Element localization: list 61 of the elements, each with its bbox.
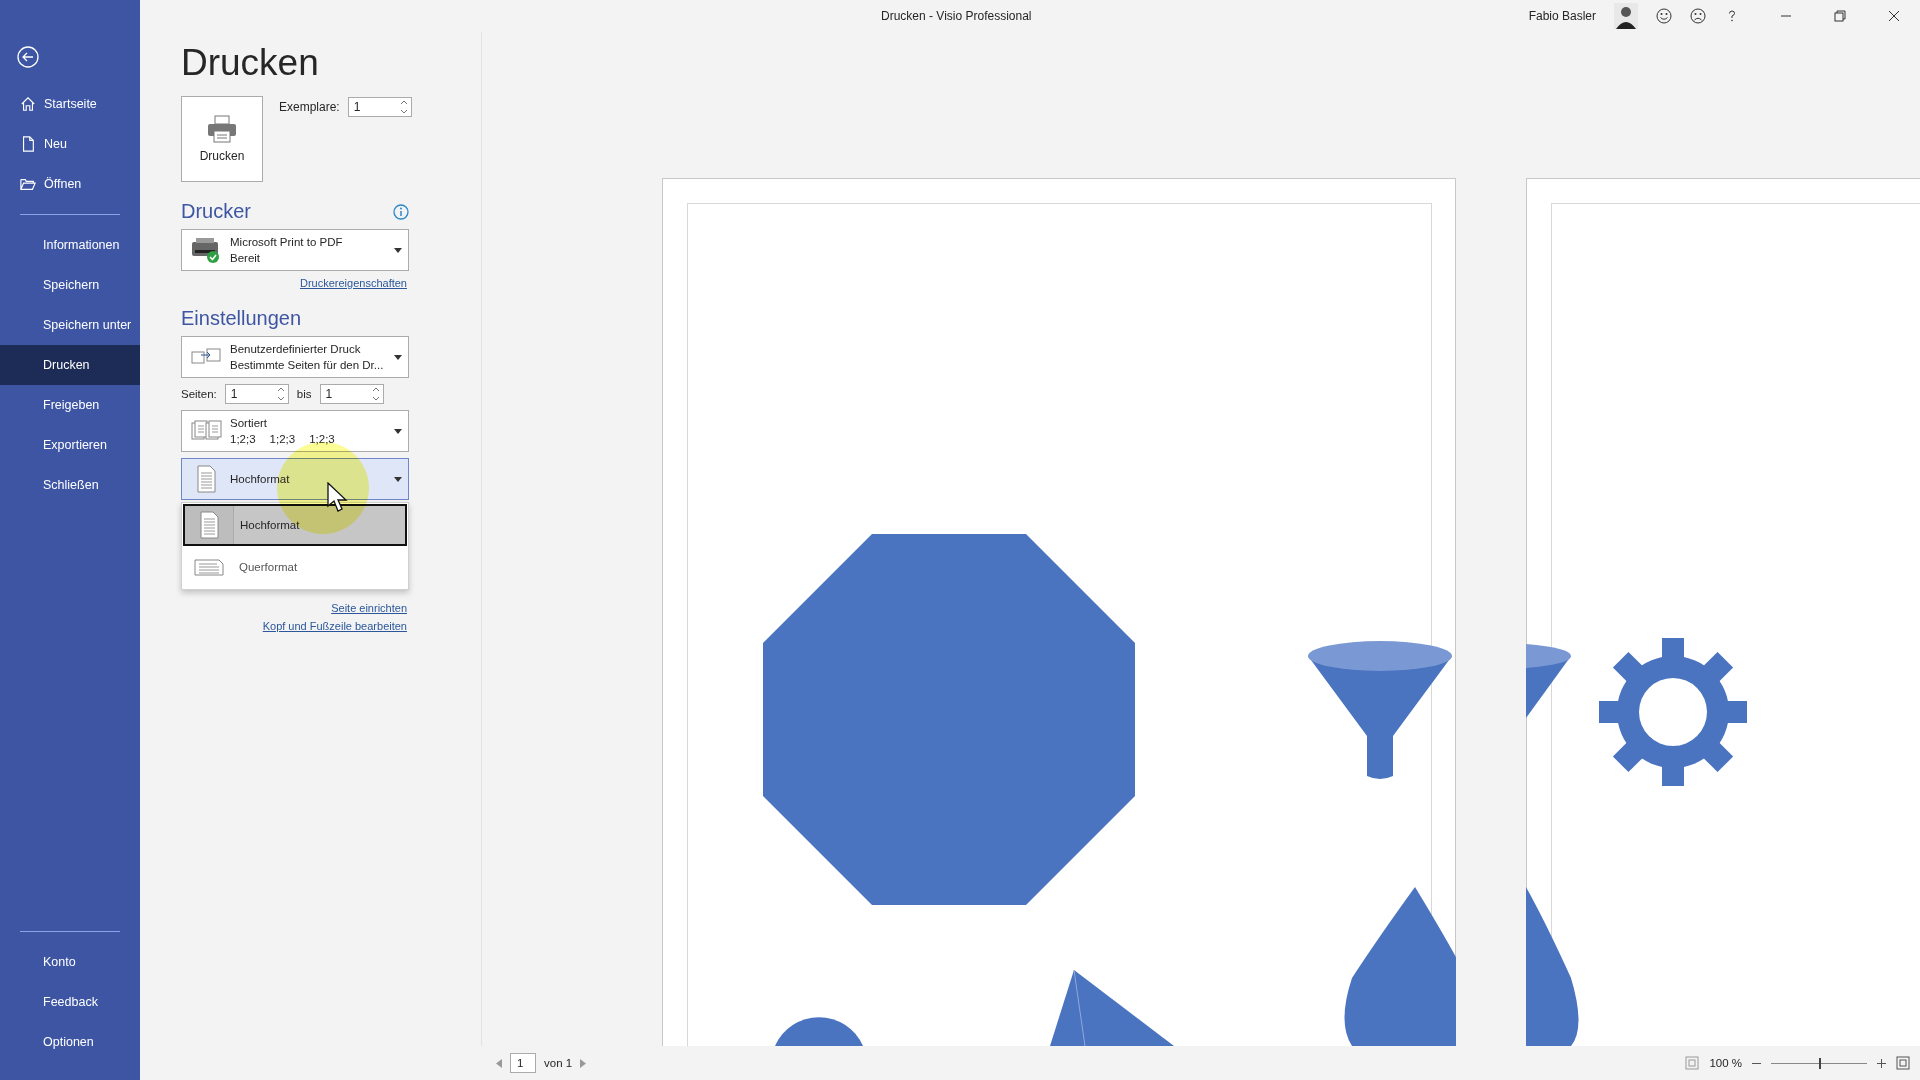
restore-icon[interactable] [1832, 8, 1848, 24]
copies-label: Exemplare: [279, 100, 340, 114]
sidebar-item[interactable]: Neu [0, 124, 140, 164]
to-label: bis [296, 388, 312, 400]
sidebar-item[interactable]: Optionen [0, 1022, 140, 1062]
gear-icon [1599, 638, 1747, 786]
printer-icon [207, 115, 237, 143]
spin-field[interactable]: 1 [347, 97, 412, 117]
menu-option[interactable]: Querformat [183, 546, 407, 588]
printer-properties-link[interactable]: Druckereigenschaften [300, 277, 407, 289]
orientation-dropdown[interactable]: Hochformat [181, 458, 409, 500]
next-page-icon[interactable] [580, 1058, 587, 1068]
window-title: Drucken - Visio Professional [881, 9, 1032, 23]
caret-icon [394, 476, 402, 482]
info-icon[interactable] [393, 203, 409, 220]
frown-icon[interactable] [1690, 8, 1706, 24]
spin-field[interactable]: 1 [224, 384, 289, 404]
zoom-in-icon[interactable] [1877, 1058, 1886, 1068]
sidebar-item[interactable]: Informationen [0, 225, 140, 265]
page-title: Drucken [181, 42, 320, 84]
close-icon[interactable] [1886, 8, 1902, 24]
settings-link[interactable]: Seite einrichten [331, 602, 407, 614]
printer-dropdown[interactable]: Microsoft Print to PDF Bereit [181, 229, 409, 271]
folder-icon [20, 176, 36, 192]
zoom-level[interactable]: 100 % [1709, 1057, 1742, 1069]
caret-icon [394, 247, 402, 253]
sidebar-item[interactable]: Freigeben [0, 385, 140, 425]
collation-dropdown[interactable]: Sortiert 1;2;3 1;2;3 1;2;3 [181, 410, 409, 452]
print-button[interactable]: Drucken [181, 96, 263, 182]
user-name[interactable]: Fabio Basler [1528, 9, 1596, 23]
sidebar-item[interactable]: Speichern unter [0, 305, 140, 345]
back-icon[interactable] [17, 46, 39, 68]
sidebar-item[interactable]: Feedback [0, 982, 140, 1022]
settings-link[interactable]: Kopf und Fußzeile bearbeiten [262, 620, 407, 632]
spin-field[interactable]: 1 [319, 384, 384, 404]
page-count: von 1 [544, 1057, 573, 1069]
page-number-field[interactable]: 1 [510, 1053, 536, 1073]
spinner-icon [399, 100, 408, 114]
sidebar-item[interactable]: Konto [0, 942, 140, 982]
document-icon [20, 136, 36, 152]
avatar-icon[interactable] [1614, 3, 1638, 29]
menu-option[interactable]: Hochformat [183, 504, 407, 546]
sidebar-item[interactable]: Öffnen [0, 164, 140, 204]
previous-page-icon[interactable] [496, 1058, 502, 1068]
sidebar-item[interactable]: Startseite [0, 84, 140, 124]
section-heading: Drucker [181, 200, 251, 223]
home-icon [20, 96, 36, 112]
caret-icon [394, 428, 402, 434]
smile-icon[interactable] [1656, 8, 1672, 24]
caret-icon [394, 354, 402, 360]
print-range-dropdown[interactable]: Benutzerdefinierter Druck Bestimmte Seiten für den Dr... [181, 336, 409, 378]
printer-icon [190, 236, 222, 264]
sidebar-item[interactable]: Drucken [0, 345, 140, 385]
sidebar-item[interactable]: Exportieren [0, 425, 140, 465]
sidebar-item[interactable]: Schließen [0, 465, 140, 505]
section-heading: Einstellungen [181, 307, 302, 330]
sidebar-item[interactable]: Speichern [0, 265, 140, 305]
fit-window-icon[interactable] [1896, 1056, 1910, 1070]
spinner-icon [276, 387, 285, 401]
pages-label: Seiten: [181, 388, 217, 400]
spinner-icon [371, 387, 380, 401]
